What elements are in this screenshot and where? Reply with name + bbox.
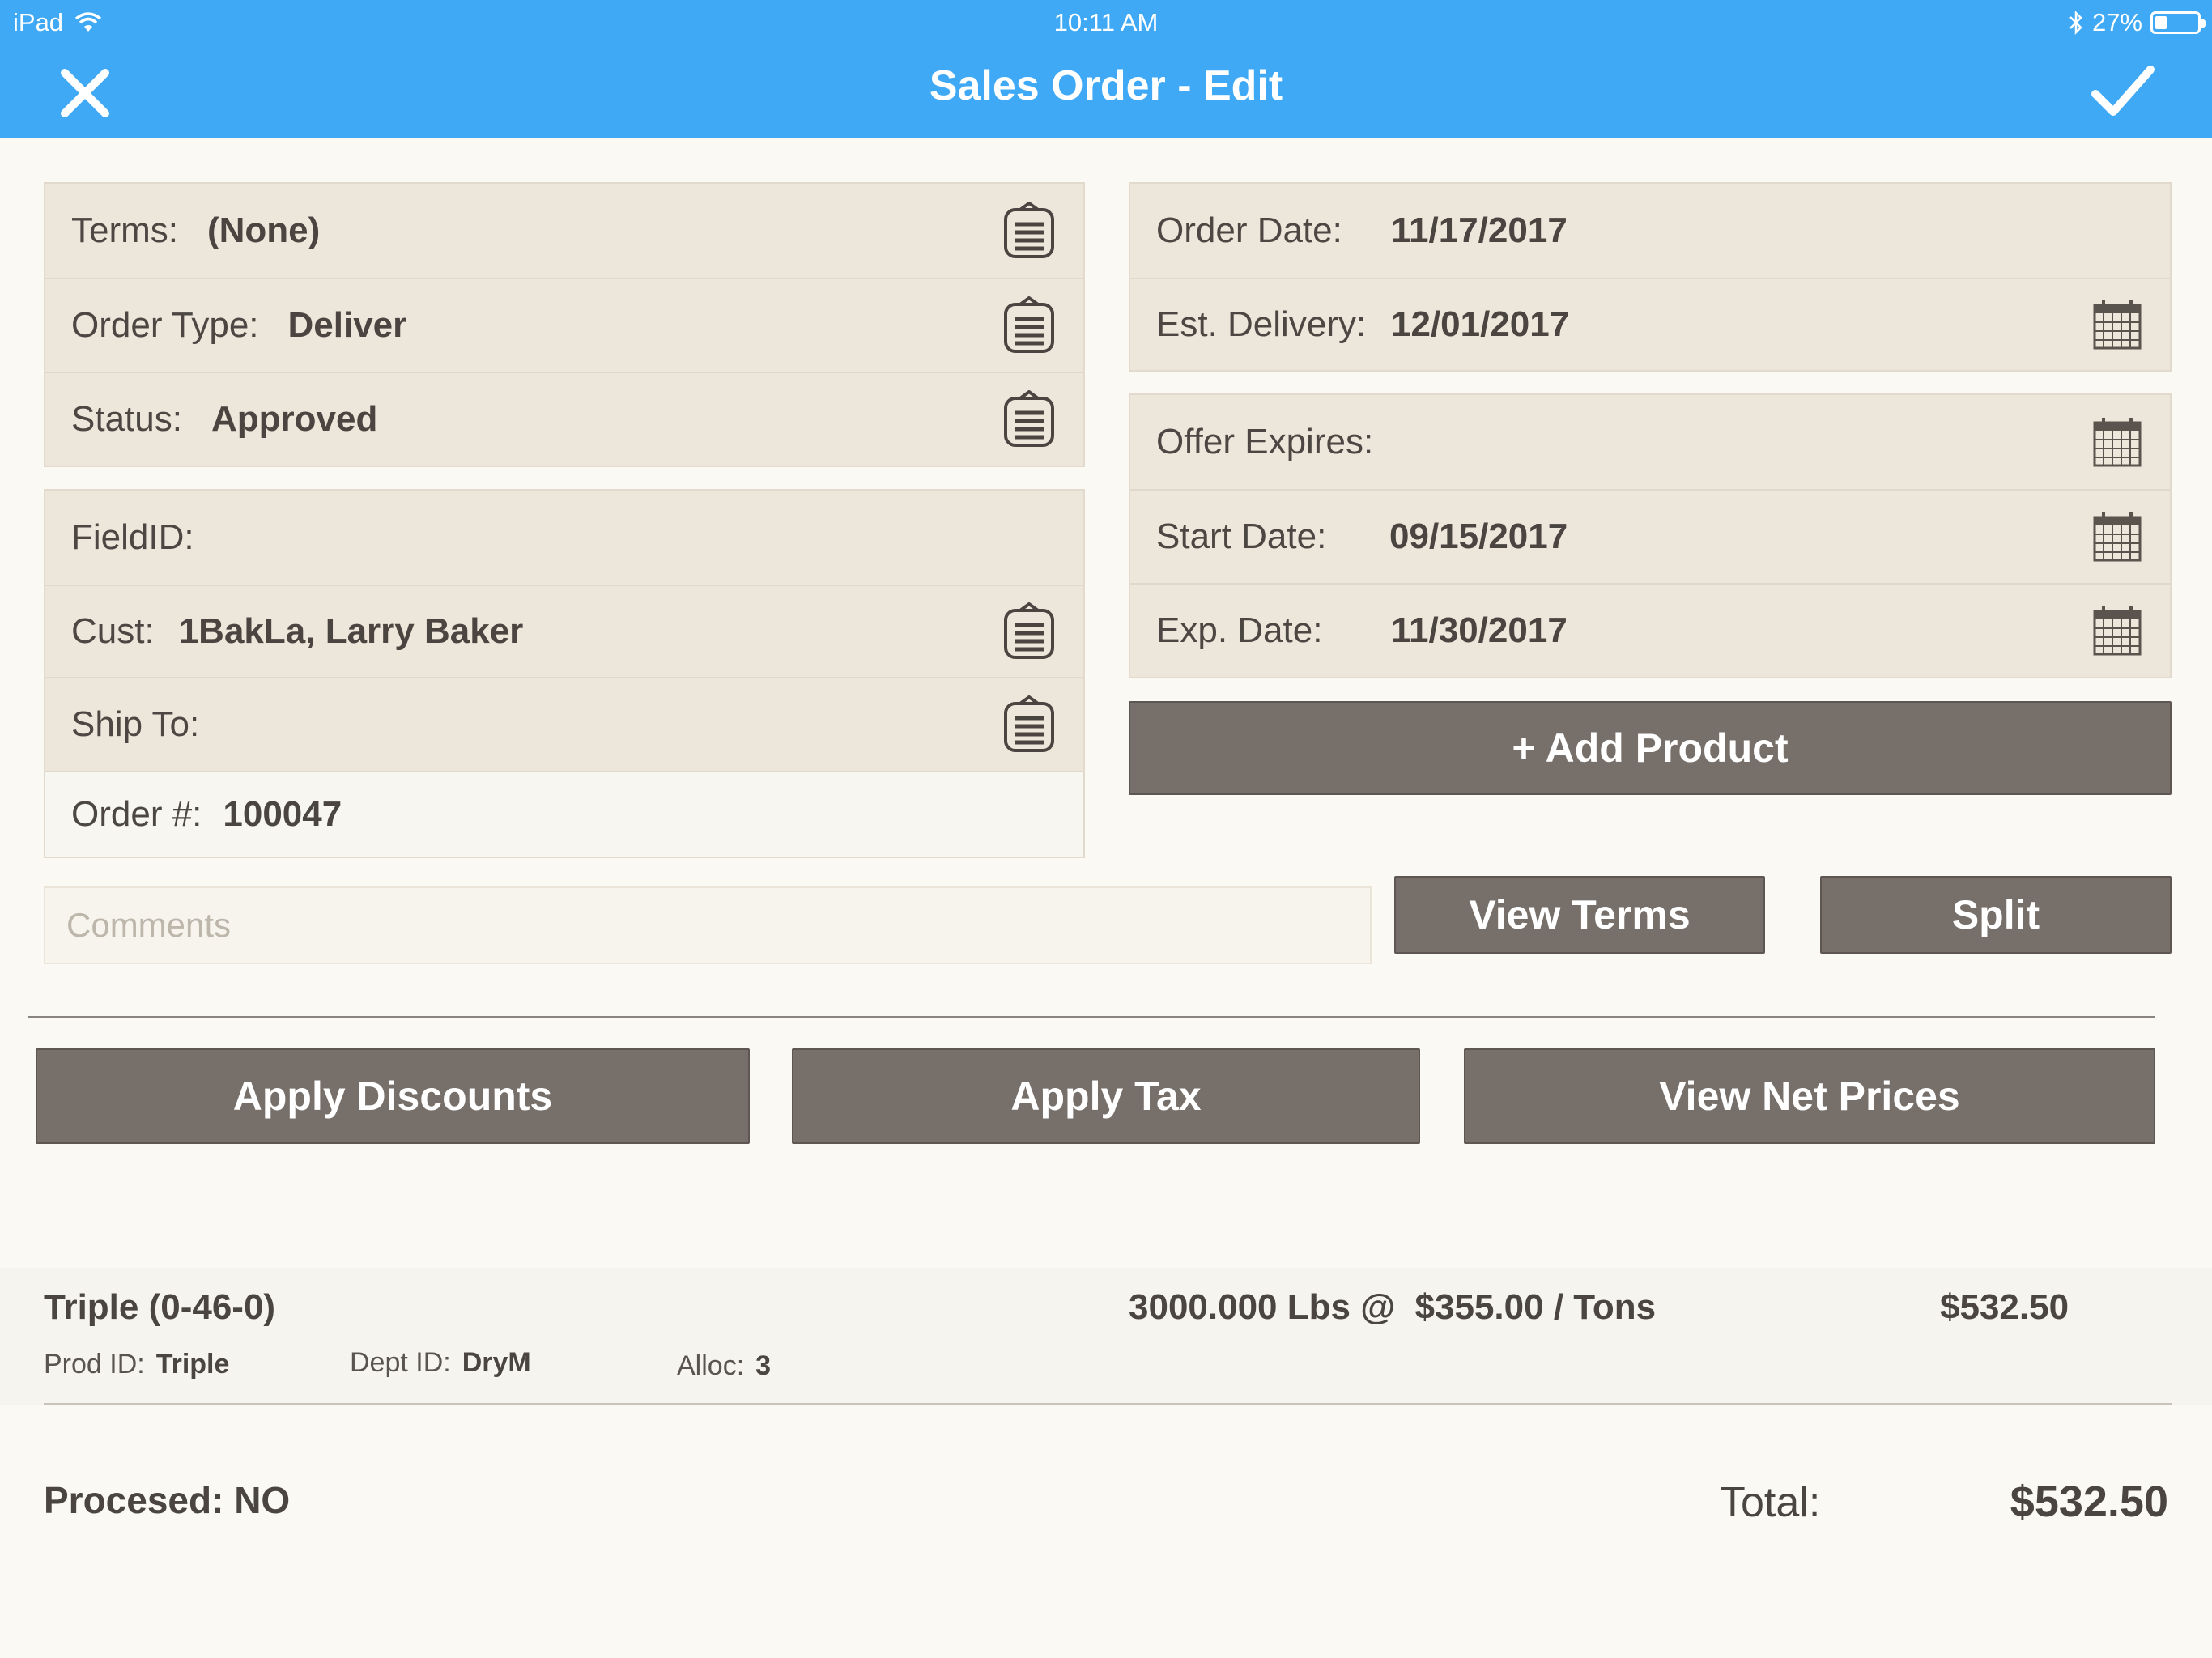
order-date-value: 11/17/2017: [1391, 210, 1568, 250]
order-number-row: Order #: 100047: [45, 772, 1083, 857]
clipboard-list-icon[interactable]: [1002, 602, 1056, 661]
line-item-quantity-price: 3000.000 Lbs @ $355.00 / Tons: [1129, 1287, 1657, 1327]
status-time: 10:11 AM: [1053, 8, 1159, 36]
dept-id-label: Dept ID:: [350, 1347, 451, 1378]
order-number-label: Order #:: [71, 794, 202, 834]
alloc-value: 3: [755, 1350, 772, 1381]
start-date-label: Start Date:: [1156, 517, 1327, 556]
exp-date-label: Exp. Date:: [1156, 610, 1323, 650]
status-row[interactable]: Status: Approved: [45, 373, 1083, 466]
clipboard-list-icon[interactable]: [1002, 695, 1056, 754]
line-item[interactable]: Triple (0-46-0) 3000.000 Lbs @ $355.00 /…: [0, 1268, 2212, 1405]
line-item-dept-id: Dept ID: DryM: [350, 1347, 531, 1379]
offer-expires-row[interactable]: Offer Expires:: [1130, 395, 2170, 491]
prod-id-label: Prod ID:: [44, 1349, 145, 1380]
ship-to-label: Ship To:: [71, 704, 200, 744]
calendar-icon[interactable]: [2092, 416, 2142, 468]
cust-label: Cust:: [71, 611, 155, 651]
alloc-label: Alloc:: [677, 1350, 745, 1381]
order-type-label: Order Type:: [71, 305, 259, 345]
battery-percent: 27%: [2091, 8, 2142, 36]
order-date-row: Order Date: 11/17/2017: [1130, 184, 2170, 279]
calendar-icon[interactable]: [2092, 511, 2142, 563]
comments-input[interactable]: Comments: [44, 886, 1372, 964]
customer-panel: FieldID: Cust: 1BakLa, Larry Baker Ship …: [44, 489, 1085, 858]
est-delivery-row[interactable]: Est. Delivery: 12/01/2017: [1130, 279, 2170, 370]
order-type-row[interactable]: Order Type: Deliver: [45, 279, 1083, 373]
status-bar: iPad 10:11 AM 27%: [0, 0, 2212, 45]
bluetooth-icon: [2069, 11, 2082, 35]
prod-id-value: Triple: [155, 1349, 230, 1380]
start-date-value: 09/15/2017: [1389, 517, 1568, 556]
customer-row[interactable]: Cust: 1BakLa, Larry Baker: [45, 586, 1083, 678]
field-id-label: FieldID:: [71, 517, 194, 557]
exp-date-row[interactable]: Exp. Date: 11/30/2017: [1130, 585, 2170, 677]
line-item-alloc: Alloc: 3: [677, 1350, 771, 1382]
add-product-button[interactable]: + Add Product: [1129, 701, 2172, 795]
line-item-amount: $532.50: [1940, 1287, 2069, 1327]
start-date-row[interactable]: Start Date: 09/15/2017: [1130, 491, 2170, 585]
offer-panel: Offer Expires: Start Date: 09/15/2017 Ex…: [1129, 393, 2172, 678]
view-net-prices-button[interactable]: View Net Prices: [1464, 1048, 2155, 1144]
status-value: Approved: [211, 399, 378, 439]
ship-to-row[interactable]: Ship To:: [45, 678, 1083, 772]
est-delivery-label: Est. Delivery:: [1156, 304, 1367, 344]
apply-tax-button[interactable]: Apply Tax: [792, 1048, 1420, 1144]
terms-label: Terms:: [71, 210, 178, 250]
status-right: 27%: [2068, 8, 2206, 37]
clipboard-list-icon[interactable]: [1002, 296, 1056, 355]
total-value: $532.50: [2010, 1477, 2168, 1526]
status-label: Status:: [71, 399, 182, 439]
order-type-value: Deliver: [287, 305, 407, 345]
line-item-prod-id: Prod ID: Triple: [44, 1349, 229, 1380]
clipboard-list-icon[interactable]: [1002, 202, 1056, 260]
page-title: Sales Order - Edit: [929, 62, 1283, 109]
calendar-icon[interactable]: [2092, 299, 2142, 351]
line-item-name: Triple (0-46-0): [44, 1287, 276, 1327]
processed-status: Procesed: NO: [44, 1479, 291, 1521]
section-divider: [28, 1016, 2155, 1018]
line-item-separator: [44, 1403, 2172, 1405]
terms-row[interactable]: Terms: (None): [45, 184, 1083, 279]
apply-discounts-button[interactable]: Apply Discounts: [36, 1048, 750, 1144]
field-id-row[interactable]: FieldID:: [45, 491, 1083, 586]
order-date-label: Order Date:: [1156, 210, 1342, 250]
offer-expires-label: Offer Expires:: [1156, 422, 1374, 461]
checkmark-icon[interactable]: [2091, 63, 2155, 120]
dept-id-value: DryM: [462, 1347, 531, 1378]
order-number-value: 100047: [223, 794, 342, 834]
split-button[interactable]: Split: [1820, 876, 2172, 954]
clipboard-list-icon[interactable]: [1002, 390, 1056, 449]
terms-value: (None): [207, 210, 321, 250]
view-terms-button[interactable]: View Terms: [1394, 876, 1765, 954]
exp-date-value: 11/30/2017: [1391, 610, 1568, 650]
total-label: Total:: [1720, 1479, 1821, 1526]
cust-value: 1BakLa, Larry Baker: [178, 611, 524, 651]
dates-panel: Order Date: 11/17/2017 Est. Delivery: 12…: [1129, 182, 2172, 372]
order-settings-panel: Terms: (None) Order Type: Deliver Status…: [44, 182, 1085, 467]
battery-icon: [2150, 11, 2206, 34]
calendar-icon[interactable]: [2092, 605, 2142, 657]
nav-header: iPad 10:11 AM 27% Sales Order - Edit: [0, 0, 2212, 138]
est-delivery-value: 12/01/2017: [1391, 304, 1570, 344]
